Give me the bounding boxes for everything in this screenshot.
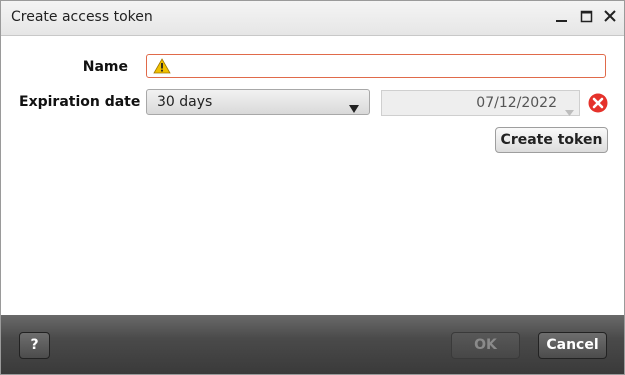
dialog-footer: ? OK Cancel <box>1 315 624 374</box>
expiration-date-value: 07/12/2022 <box>476 95 557 111</box>
name-field[interactable] <box>146 54 606 78</box>
minimize-icon <box>556 20 567 22</box>
expiration-period-value: 30 days <box>157 94 213 110</box>
ok-button[interactable]: OK <box>451 332 520 359</box>
chevron-down-icon <box>565 101 574 120</box>
expiration-date-label: Expiration date <box>19 94 141 110</box>
close-button[interactable] <box>599 7 621 29</box>
help-button[interactable]: ? <box>19 332 50 359</box>
maximize-icon <box>580 10 593 23</box>
name-input[interactable] <box>175 56 600 76</box>
minimize-button[interactable] <box>551 7 573 29</box>
error-circle-x-icon <box>588 93 608 117</box>
create-access-token-dialog: Create access token Name Expiration date… <box>0 0 625 375</box>
expiration-period-select[interactable]: 30 days <box>146 89 370 115</box>
cancel-button[interactable]: Cancel <box>538 332 607 359</box>
warning-triangle-icon <box>153 58 171 78</box>
name-label: Name <box>82 59 128 75</box>
chevron-down-icon <box>349 98 359 117</box>
expiration-date-picker: 07/12/2022 <box>381 90 580 116</box>
close-icon <box>604 10 616 22</box>
window-title: Create access token <box>11 9 153 25</box>
create-token-button[interactable]: Create token <box>495 127 608 153</box>
maximize-button[interactable] <box>576 7 598 29</box>
title-bar: Create access token <box>1 1 624 36</box>
